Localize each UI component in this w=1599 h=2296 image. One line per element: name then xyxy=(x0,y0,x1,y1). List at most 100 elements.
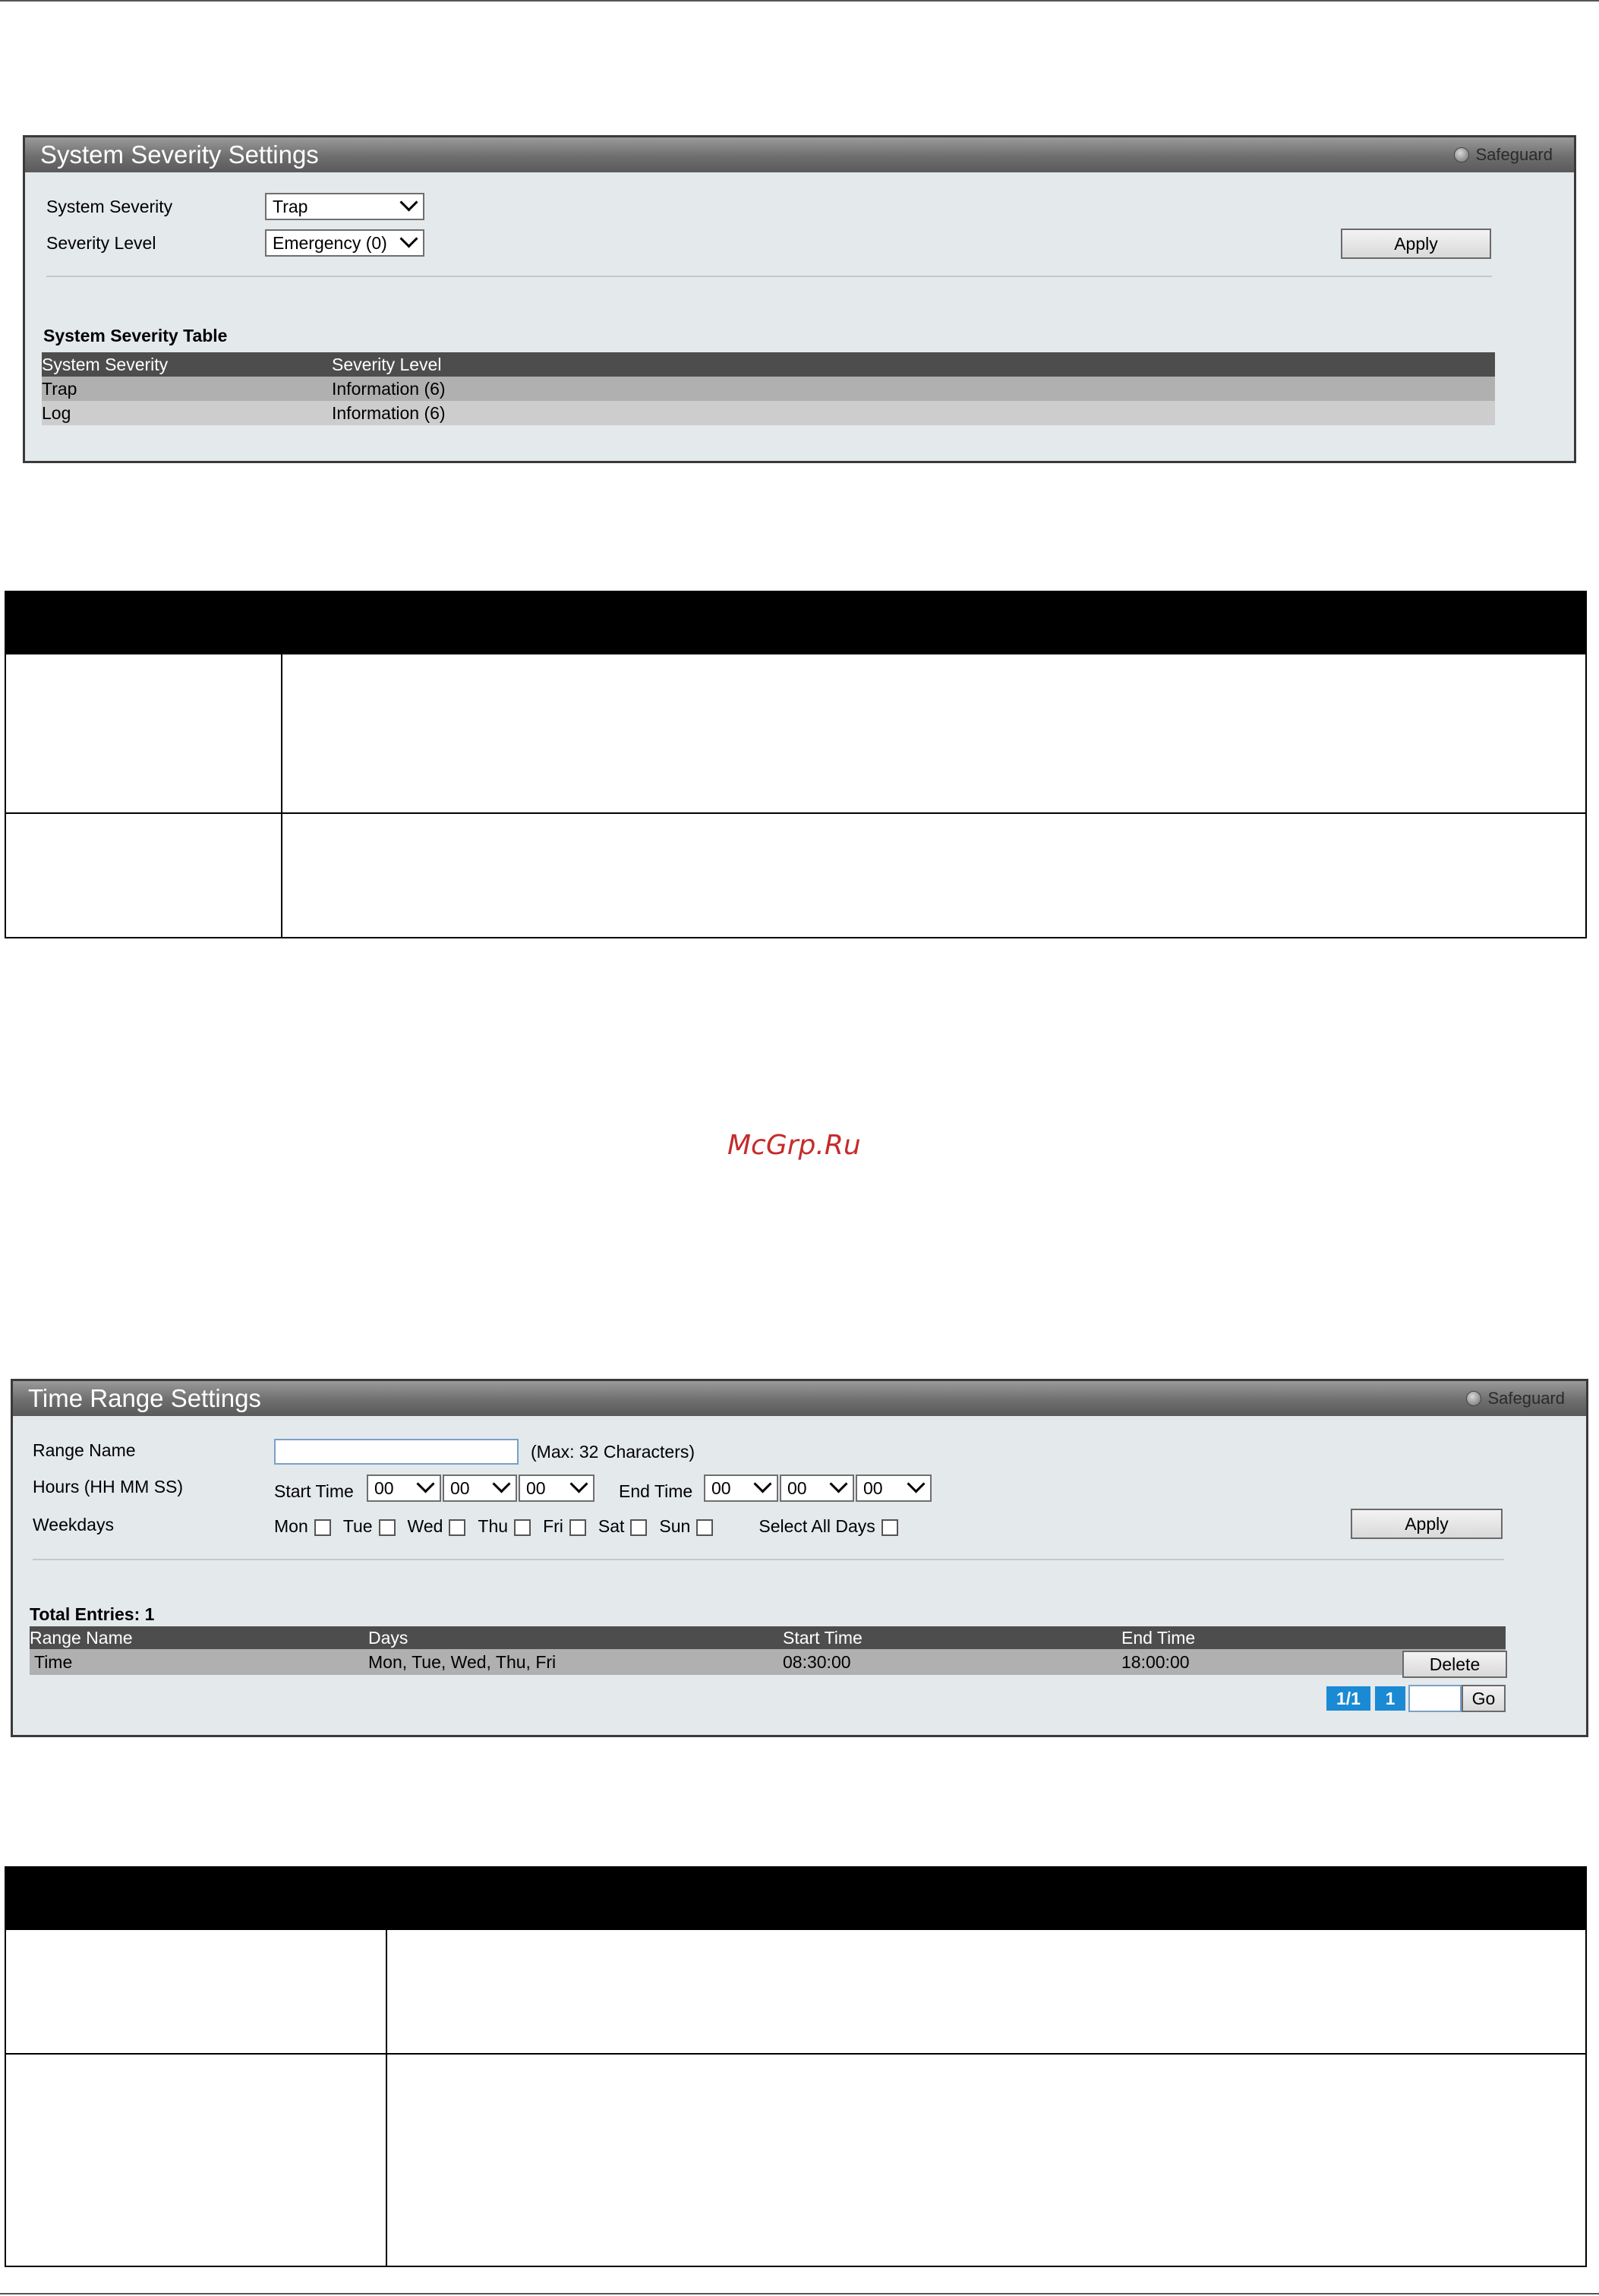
table-border xyxy=(5,2053,1587,2055)
end-minute-select[interactable]: 00 xyxy=(780,1474,854,1502)
system-severity-value: Trap xyxy=(273,197,308,216)
day-checkbox-sun[interactable] xyxy=(696,1519,714,1536)
system-severity-label: System Severity xyxy=(46,197,173,216)
table-row: Trap Information (6) xyxy=(42,377,1495,401)
day-checkbox-thu[interactable] xyxy=(514,1519,531,1536)
column-header: Days xyxy=(368,1628,408,1648)
table-border xyxy=(5,812,1587,814)
start-hour-select[interactable]: 00 xyxy=(367,1474,441,1502)
table-row: Log Information (6) xyxy=(42,401,1495,425)
start-second-select[interactable]: 00 xyxy=(519,1474,594,1502)
table-cell: 08:30:00 xyxy=(783,1652,851,1672)
select-all-checkbox[interactable] xyxy=(881,1519,898,1536)
severity-level-select[interactable]: Emergency (0) xyxy=(265,229,424,257)
total-entries: Total Entries: 1 xyxy=(30,1604,155,1624)
table-border xyxy=(5,1930,6,2267)
apply-button[interactable]: Apply xyxy=(1341,229,1491,259)
weekday-checkboxes: Mon Tue Wed Thu Fri Sat Sun Select All Days xyxy=(274,1516,910,1537)
safeguard-label: Safeguard xyxy=(1475,145,1553,164)
table-border xyxy=(5,654,6,938)
range-name-label: Range Name xyxy=(33,1440,136,1460)
chevron-down-icon xyxy=(399,193,418,212)
day-checkbox-fri[interactable] xyxy=(569,1519,586,1536)
select-all-label: Select All Days xyxy=(758,1516,875,1536)
table-border xyxy=(1585,654,1587,938)
day-checkbox-wed[interactable] xyxy=(449,1519,466,1536)
table-cell: Trap xyxy=(42,379,77,399)
table-row: Time Mon, Tue, Wed, Thu, Fri 08:30:00 18… xyxy=(30,1649,1506,1675)
safeguard-label: Safeguard xyxy=(1487,1389,1565,1408)
table-cell: Mon, Tue, Wed, Thu, Fri xyxy=(368,1652,557,1672)
start-minute-select[interactable]: 00 xyxy=(443,1474,517,1502)
delete-button[interactable]: Delete xyxy=(1402,1651,1507,1678)
day-checkbox-mon[interactable] xyxy=(314,1519,331,1536)
table-header-bar xyxy=(5,1866,1587,1930)
apply-button[interactable]: Apply xyxy=(1351,1509,1503,1539)
end-hour-value: 00 xyxy=(711,1478,731,1498)
day-label-mon: Mon xyxy=(274,1516,308,1536)
hours-label: Hours (HH MM SS) xyxy=(33,1477,184,1496)
column-header: Severity Level xyxy=(332,355,442,374)
divider xyxy=(33,1559,1504,1560)
range-name-hint: (Max: 32 Characters) xyxy=(531,1442,695,1462)
column-header: Start Time xyxy=(783,1628,863,1648)
time-range-panel: Time Range Settings Safeguard Range Name… xyxy=(11,1379,1588,1737)
table-header: Range Name Days Start Time End Time xyxy=(30,1626,1506,1649)
day-label-wed: Wed xyxy=(407,1516,443,1536)
bottom-rule xyxy=(0,2293,1599,2294)
table-header: System Severity Severity Level xyxy=(42,352,1495,377)
safeguard-indicator[interactable]: Safeguard xyxy=(1454,137,1553,172)
start-minute-value: 00 xyxy=(450,1478,470,1498)
start-hour-value: 00 xyxy=(374,1478,394,1498)
start-second-value: 00 xyxy=(526,1478,546,1498)
day-checkbox-sat[interactable] xyxy=(630,1519,648,1536)
column-header: System Severity xyxy=(42,355,169,374)
day-label-tue: Tue xyxy=(342,1516,373,1536)
table-border xyxy=(386,1930,387,2267)
table-cell: Information (6) xyxy=(332,403,446,423)
end-time-label: End Time xyxy=(619,1481,693,1501)
start-time-label: Start Time xyxy=(274,1481,354,1501)
table-cell: Information (6) xyxy=(332,379,446,399)
day-label-sat: Sat xyxy=(598,1516,625,1536)
table-border xyxy=(1585,1930,1587,2267)
safeguard-icon xyxy=(1454,147,1470,162)
divider xyxy=(46,276,1492,277)
go-button[interactable]: Go xyxy=(1462,1685,1506,1712)
chevron-down-icon xyxy=(569,1474,588,1493)
end-hour-select[interactable]: 00 xyxy=(704,1474,778,1502)
chevron-down-icon xyxy=(416,1474,435,1493)
severity-level-label: Severity Level xyxy=(46,233,156,253)
severity-level-value: Emergency (0) xyxy=(273,233,387,253)
end-second-value: 00 xyxy=(863,1478,883,1498)
day-label-sun: Sun xyxy=(659,1516,691,1536)
watermark: McGrp.Ru xyxy=(727,1130,861,1161)
table-cell: Time xyxy=(34,1652,73,1672)
panel-title: System Severity Settings xyxy=(40,140,319,169)
column-header: Range Name xyxy=(30,1628,133,1648)
end-minute-value: 00 xyxy=(787,1478,807,1498)
safeguard-icon xyxy=(1466,1390,1482,1406)
page-link-1[interactable]: 1 xyxy=(1375,1686,1405,1711)
day-checkbox-tue[interactable] xyxy=(378,1519,396,1536)
table-cell: Log xyxy=(42,403,71,423)
day-label-fri: Fri xyxy=(543,1516,563,1536)
end-second-select[interactable]: 00 xyxy=(856,1474,932,1502)
range-name-input[interactable] xyxy=(274,1439,519,1465)
table-border xyxy=(281,654,282,938)
system-severity-panel: System Severity Settings Safeguard Syste… xyxy=(23,135,1576,463)
column-header: End Time xyxy=(1121,1628,1196,1648)
panel-title: Time Range Settings xyxy=(28,1384,261,1412)
table-border xyxy=(5,2266,1587,2267)
table-border xyxy=(5,937,1587,938)
page-number-input[interactable] xyxy=(1408,1685,1462,1712)
chevron-down-icon xyxy=(907,1474,926,1493)
chevron-down-icon xyxy=(753,1474,772,1493)
panel-header: System Severity Settings Safeguard xyxy=(25,137,1574,172)
panel-header: Time Range Settings Safeguard xyxy=(13,1381,1586,1416)
safeguard-indicator[interactable]: Safeguard xyxy=(1466,1381,1565,1416)
system-severity-select[interactable]: Trap xyxy=(265,193,424,220)
table-cell: 18:00:00 xyxy=(1121,1652,1190,1672)
table-title: System Severity Table xyxy=(43,326,228,345)
chevron-down-icon xyxy=(399,229,418,248)
